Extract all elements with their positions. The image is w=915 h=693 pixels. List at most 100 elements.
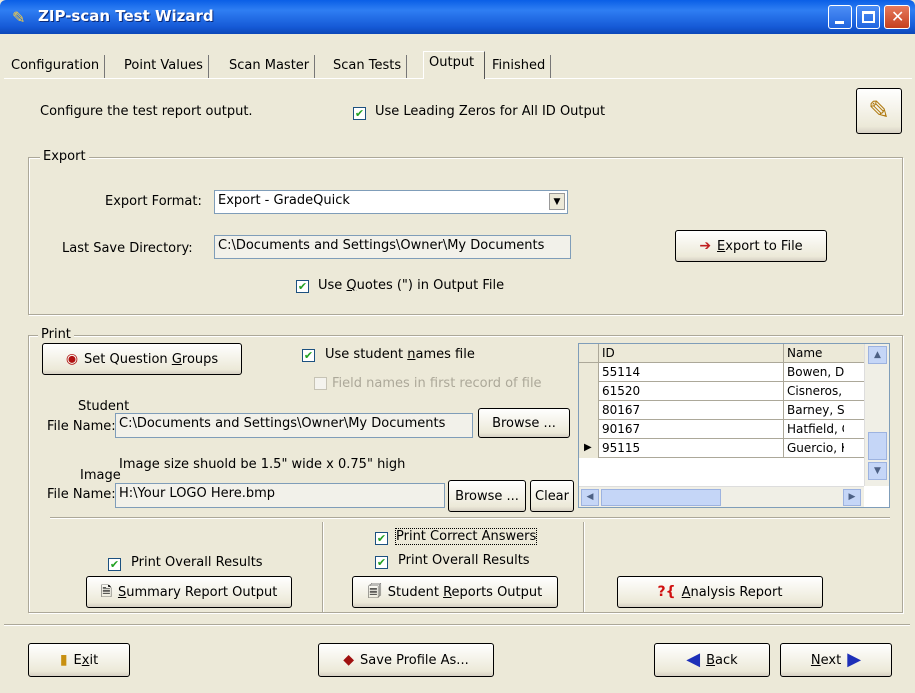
text: xport to File [725, 238, 803, 254]
next-button[interactable]: Next ▶ [780, 643, 892, 677]
row-selector[interactable] [579, 363, 599, 382]
student-file-field[interactable]: C:\Documents and Settings\Owner\My Docum… [115, 413, 473, 438]
pencil-icon: ✎ [868, 96, 890, 126]
grid-horizontal-scrollbar[interactable]: ◀ ▶ [579, 486, 864, 507]
student-grid[interactable]: ID Name 55114 Bowen, De 61520 Cisneros, … [578, 343, 890, 508]
use-quotes-checkbox[interactable]: ✔ [296, 280, 309, 293]
tab-scan-tests[interactable]: Scan Tests [328, 55, 408, 78]
tab-finished[interactable]: Finished [487, 55, 552, 78]
text: eports Output [451, 584, 543, 600]
groups-icon: ◉ [65, 351, 79, 367]
student-browse-button[interactable]: Browse ... [478, 408, 570, 438]
accel: G [171, 351, 182, 367]
text: it [89, 652, 99, 668]
cell-id[interactable]: 61520 [599, 382, 784, 401]
save-profile-label: Save Profile As... [360, 652, 469, 668]
cell-id[interactable]: 55114 [599, 363, 784, 382]
column-divider-left [322, 522, 324, 612]
exit-button[interactable]: ▮ Exit [28, 643, 130, 677]
analysis-report-button[interactable]: ?{Analysis Report [617, 576, 823, 608]
leading-zeros-checkbox[interactable]: ✔ [353, 107, 366, 120]
wizard-help-button[interactable]: ✎ [856, 88, 902, 134]
export-format-select[interactable]: Export - GradeQuick ▼ [214, 190, 568, 214]
image-file-field[interactable]: H:\Your LOGO Here.bmp [115, 483, 445, 508]
tab-configuration[interactable]: Configuration [6, 55, 106, 78]
table-row-current[interactable]: ▶ 95115 Guercio, Ki [579, 439, 889, 458]
cell-name[interactable]: Bowen, De [784, 363, 844, 382]
table-row[interactable]: 90167 Hatfield, Ch [579, 420, 889, 439]
use-names-checkbox[interactable]: ✔ [302, 349, 315, 362]
accel: B [706, 652, 716, 668]
scroll-down-icon[interactable]: ▼ [868, 462, 887, 480]
text: ummary Report Output [126, 584, 278, 600]
cell-id[interactable]: 90167 [599, 420, 784, 439]
back-button[interactable]: ◀ Back [654, 643, 770, 677]
analysis-report-label: Analysis Report [682, 585, 783, 600]
export-to-file-button[interactable]: ➔ Export to File [675, 230, 827, 262]
table-row[interactable]: 55114 Bowen, De [579, 363, 889, 382]
chevron-down-icon[interactable]: ▼ [549, 193, 565, 210]
close-button[interactable]: ✕ [884, 5, 910, 29]
row-selector[interactable] [579, 420, 599, 439]
cell-name[interactable]: Cisneros, A [784, 382, 844, 401]
student-overall-label: Print Overall Results [398, 553, 530, 568]
cell-name[interactable]: Guercio, Ki [784, 439, 844, 458]
row-selector[interactable] [579, 401, 599, 420]
text: Use student [325, 347, 408, 362]
minimize-button[interactable] [828, 5, 852, 29]
accel: Q [346, 278, 357, 293]
image-browse-button[interactable]: Browse ... [448, 480, 526, 512]
scroll-thumb-horizontal[interactable] [601, 489, 721, 506]
tab-label: Configuration [11, 58, 100, 73]
row-selector[interactable] [579, 382, 599, 401]
tab-scan-master[interactable]: Scan Master [224, 55, 316, 78]
text: ames file [415, 347, 475, 362]
last-save-dir-value: C:\Documents and Settings\Owner\My Docum… [218, 238, 545, 253]
tab-label: Point Values [124, 58, 203, 73]
exit-label: Exit [74, 653, 99, 668]
field-names-checkbox[interactable] [314, 377, 327, 390]
scroll-left-icon[interactable]: ◀ [581, 489, 599, 506]
set-question-groups-button[interactable]: ◉ Set Question Groups [42, 343, 242, 375]
current-row-pointer-icon[interactable]: ▶ [579, 439, 599, 458]
window-title: ZIP-scan Test Wizard [38, 7, 214, 25]
cell-id[interactable]: 80167 [599, 401, 784, 420]
maximize-button[interactable] [856, 5, 880, 29]
cell-name[interactable]: Barney, Sie [784, 401, 844, 420]
cell-id[interactable]: 95115 [599, 439, 784, 458]
scroll-thumb-vertical[interactable] [868, 432, 887, 460]
document-icon: 🗎 [100, 584, 112, 600]
table-row[interactable]: 61520 Cisneros, A [579, 382, 889, 401]
minimize-icon [835, 21, 844, 24]
summary-report-button[interactable]: 🗎 Summary Report Output [86, 576, 292, 608]
student-overall-checkbox[interactable]: ✔ [375, 556, 388, 569]
row-header-corner [579, 344, 599, 363]
summary-report-label: Summary Report Output [118, 585, 277, 600]
image-clear-button[interactable]: Clear [530, 480, 574, 512]
next-label: Next [811, 653, 841, 668]
student-reports-button[interactable]: 🗐 Student Reports Output [352, 576, 558, 608]
next-arrow-icon: ▶ [847, 649, 862, 670]
scroll-up-icon[interactable]: ▲ [868, 346, 887, 364]
close-icon: ✕ [891, 7, 905, 26]
table-row[interactable]: 80167 Barney, Sie [579, 401, 889, 420]
print-divider [50, 517, 890, 519]
export-legend: Export [40, 149, 89, 164]
export-format-value: Export - GradeQuick [218, 193, 350, 208]
use-quotes-label: Use Quotes (") in Output File [318, 278, 504, 293]
grid-vertical-scrollbar[interactable]: ▲ ▼ [864, 344, 889, 486]
tab-output[interactable]: Output [423, 51, 485, 79]
text: roups [181, 351, 219, 367]
image-clear-label: Clear [535, 488, 569, 504]
last-save-dir-field[interactable]: C:\Documents and Settings\Owner\My Docum… [214, 235, 571, 259]
summary-overall-checkbox[interactable]: ✔ [108, 558, 121, 571]
column-header-name[interactable]: Name [784, 344, 844, 363]
export-arrow-icon: ➔ [699, 238, 712, 254]
cell-name[interactable]: Hatfield, Ch [784, 420, 844, 439]
tab-point-values[interactable]: Point Values [119, 55, 209, 78]
correct-answers-checkbox[interactable]: ✔ [375, 532, 388, 545]
scroll-right-icon[interactable]: ▶ [843, 489, 861, 506]
accel: A [681, 584, 691, 600]
column-header-id[interactable]: ID [599, 344, 784, 363]
save-profile-button[interactable]: ◆ Save Profile As... [318, 643, 494, 677]
